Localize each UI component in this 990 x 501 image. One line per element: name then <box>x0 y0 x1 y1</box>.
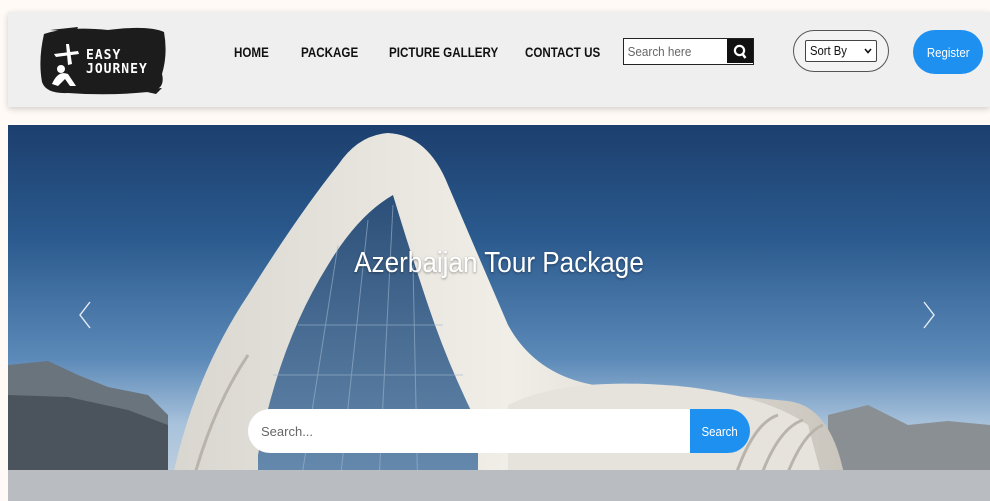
header-search-input[interactable] <box>624 39 717 63</box>
brand-line1: EASY <box>86 48 122 63</box>
search-icon <box>733 44 747 59</box>
header-search-button[interactable] <box>727 39 753 63</box>
page: EASY JOURNEY HOME PACKAGE PICTURE GALLER… <box>0 0 990 501</box>
hero-search-button-label: Search <box>701 423 739 439</box>
register-button[interactable]: Register <box>913 30 983 74</box>
nav-home[interactable]: HOME <box>234 45 269 60</box>
nav-package[interactable]: PACKAGE <box>301 45 358 60</box>
chevron-down-icon <box>864 48 872 54</box>
hero-carousel: Azerbaijan Tour Package Search <box>8 125 990 501</box>
hero-search-button[interactable]: Search <box>690 409 750 453</box>
nav-picture-gallery[interactable]: PICTURE GALLERY <box>389 45 498 60</box>
chevron-left-icon <box>79 301 91 329</box>
sort-selected-value: Sort By <box>810 44 847 58</box>
register-label: Register <box>926 44 970 60</box>
carousel-prev-button[interactable] <box>70 295 100 335</box>
sort-container: Sort By <box>793 30 889 72</box>
brand-logo[interactable]: EASY JOURNEY <box>38 24 168 96</box>
brand-line2: JOURNEY <box>86 62 148 77</box>
brand-name: EASY JOURNEY <box>86 49 148 77</box>
sort-select[interactable]: Sort By <box>805 40 877 62</box>
hero-title: Azerbaijan Tour Package <box>354 247 644 279</box>
hero-search-input[interactable] <box>248 409 690 453</box>
carousel-next-button[interactable] <box>914 295 944 335</box>
nav-contact-us[interactable]: CONTACT US <box>525 45 600 60</box>
hero-search: Search <box>248 409 750 453</box>
chevron-right-icon <box>923 301 935 329</box>
header-search <box>623 38 754 65</box>
site-header: EASY JOURNEY HOME PACKAGE PICTURE GALLER… <box>8 12 990 107</box>
